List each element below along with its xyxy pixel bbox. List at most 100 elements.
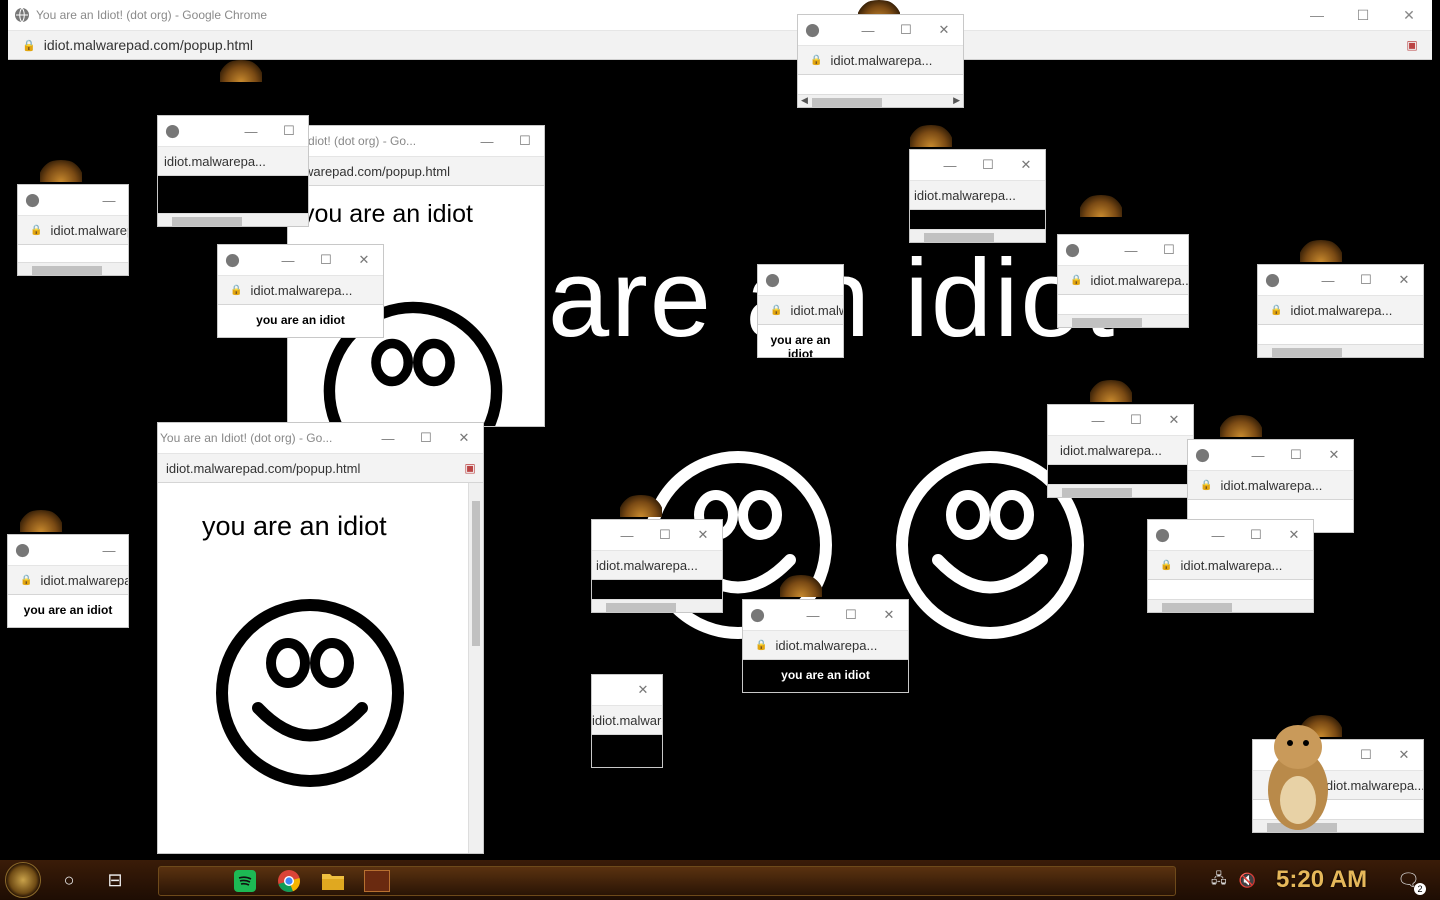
maximize-button[interactable]: ☐ bbox=[646, 527, 684, 543]
popup-address-bar[interactable]: idiot.malwarepa... bbox=[592, 550, 722, 580]
taskbar-app-file-explorer[interactable] bbox=[311, 867, 355, 895]
close-button[interactable]: ✕ bbox=[1155, 412, 1193, 428]
close-button[interactable]: ✕ bbox=[1275, 527, 1313, 543]
vertical-scrollbar[interactable] bbox=[468, 483, 483, 853]
popup-url[interactable]: idiot.malwarepa... bbox=[1290, 303, 1423, 318]
popup-address-bar[interactable]: 🔒 idiot.malwarepa... bbox=[1188, 470, 1353, 500]
horizontal-scrollbar[interactable] bbox=[1258, 344, 1423, 357]
popup-window[interactable]: — ☐ ✕ 🔒 idiot.malwarepa... bbox=[1188, 440, 1353, 532]
notification-icon[interactable]: 🗨 2 bbox=[1397, 870, 1426, 895]
popup-titlebar[interactable]: — ☐ ✕ bbox=[743, 600, 908, 630]
popup-address-bar[interactable]: idiot.malwarepa... bbox=[592, 705, 662, 735]
popup-titlebar[interactable]: — ☐ ✕ bbox=[1048, 405, 1193, 435]
minimize-button[interactable]: — bbox=[1112, 243, 1150, 258]
popup-address-bar[interactable]: 🔒 idiot.malwarepa... bbox=[8, 565, 128, 595]
popup-url[interactable]: idiot.malwarepa... bbox=[1220, 478, 1353, 493]
popup-titlebar[interactable]: — ☐ ✕ bbox=[592, 520, 722, 550]
popup-window[interactable]: ✕ idiot.malwarepa... bbox=[592, 675, 662, 767]
popup-titlebar[interactable]: — ☐ ✕ bbox=[798, 15, 963, 45]
maximize-button[interactable]: ☐ bbox=[1277, 447, 1315, 463]
popup-url[interactable]: idiot.malwarepa... bbox=[790, 303, 843, 318]
popup-window[interactable]: — ☐ ✕ 🔒 idiot.malwarepa... bbox=[1148, 520, 1313, 612]
minimize-button[interactable]: — bbox=[794, 608, 832, 623]
horizontal-scrollbar[interactable] bbox=[18, 262, 128, 275]
minimize-button[interactable]: — bbox=[931, 158, 969, 173]
horizontal-scrollbar[interactable]: ◀ ▶ bbox=[798, 94, 963, 107]
popup-url[interactable]: idiot.malwarepad.com/popup.html bbox=[158, 461, 457, 476]
popup-address-bar[interactable]: 🔒 idiot.malwarepa... bbox=[798, 45, 963, 75]
popup-url[interactable]: idiot.malwarepa... bbox=[1180, 558, 1313, 573]
close-button[interactable]: ✕ bbox=[1385, 272, 1423, 288]
horizontal-scrollbar[interactable] bbox=[1058, 314, 1188, 327]
close-button[interactable]: ✕ bbox=[445, 430, 483, 446]
close-button[interactable]: ✕ bbox=[1007, 157, 1045, 173]
maximize-button[interactable]: ☐ bbox=[270, 123, 308, 139]
popup-address-bar[interactable]: 🔒 idiot.malwarepa... bbox=[218, 275, 383, 305]
main-url[interactable]: idiot.malwarepad.com/popup.html bbox=[44, 37, 1400, 53]
popup-window[interactable]: — ☐ ✕ 🔒 idiot.malwarepa... you are an idio… bbox=[218, 245, 383, 337]
maximize-button[interactable]: ☐ bbox=[887, 22, 925, 38]
popup-url[interactable]: idiot.malwarepa... bbox=[1090, 273, 1188, 288]
minimize-button[interactable]: — bbox=[1199, 528, 1237, 543]
popup-window[interactable]: — 🔒 idiot.malwarepa... bbox=[18, 185, 128, 275]
taskbar-app-spotify[interactable] bbox=[223, 867, 267, 895]
popup-url[interactable]: idiot.malwarepa... bbox=[592, 713, 662, 728]
popup-window[interactable]: — ☐ ✕ 🔒 idiot.malwarepa... ◀ ▶ bbox=[798, 15, 963, 107]
popup-address-bar[interactable]: 🔒 idiot.malwarepa... bbox=[1258, 295, 1423, 325]
horizontal-scrollbar[interactable] bbox=[910, 229, 1045, 242]
start-button[interactable] bbox=[0, 860, 46, 900]
volume-muted-icon[interactable]: 🔇 bbox=[1239, 872, 1256, 889]
popup-url[interactable]: idiot.malwarepa... bbox=[830, 53, 963, 68]
popup-window[interactable]: — ☐ ✕ idiot.malwarepa... bbox=[592, 520, 722, 612]
popup-titlebar[interactable]: — bbox=[8, 535, 128, 565]
maximize-button[interactable]: ☐ bbox=[307, 252, 345, 268]
minimize-button[interactable]: — bbox=[269, 253, 307, 268]
popup-window[interactable]: — 🔒 idiot.malwarepa... you are an idiot bbox=[8, 535, 128, 627]
popup-window[interactable]: 🔒 idiot.malwarepa... you are an idiot bbox=[758, 265, 843, 357]
popup-address-bar[interactable]: 🔒 idiot.malwarepa... bbox=[758, 295, 843, 325]
network-icon[interactable]: 🖧 bbox=[1211, 868, 1227, 892]
popup-titlebar[interactable]: You are an Idiot! (dot org) - Go... — ☐ … bbox=[158, 423, 483, 453]
minimize-button[interactable]: — bbox=[369, 431, 407, 446]
minimize-button[interactable]: — bbox=[1079, 413, 1117, 428]
task-view-button[interactable]: ⊟ bbox=[92, 870, 138, 891]
popup-titlebar[interactable]: — ☐ ✕ bbox=[218, 245, 383, 275]
popup-titlebar[interactable]: — bbox=[18, 185, 128, 215]
popup-titlebar[interactable]: — ☐ ✕ bbox=[910, 150, 1045, 180]
popup-blocked-icon[interactable]: ▣ bbox=[1400, 38, 1424, 52]
minimize-button[interactable]: — bbox=[1294, 7, 1340, 23]
popup-address-bar[interactable]: idiot.malwarepa... bbox=[1048, 435, 1193, 465]
popup-url[interactable]: idiot.malwarepa... bbox=[250, 283, 383, 298]
maximize-button[interactable]: ☐ bbox=[1150, 242, 1188, 258]
popup-window[interactable]: — ☐ ✕ 🔒 idiot.malwarepa... you are an idio… bbox=[743, 600, 908, 692]
popup-window-main[interactable]: You are an Idiot! (dot org) - Go... — ☐ … bbox=[158, 423, 483, 853]
popup-address-bar[interactable]: 🔒 idiot.malwarepa... bbox=[1148, 550, 1313, 580]
maximize-button[interactable]: ☐ bbox=[1347, 272, 1385, 288]
popup-address-bar[interactable]: 🔒 idiot.malwarepa... bbox=[743, 630, 908, 660]
taskbar-app-chrome[interactable] bbox=[267, 867, 311, 895]
popup-url[interactable]: idiot.malwarepa... bbox=[910, 188, 1045, 203]
popup-url[interactable]: idiot.malwarepa... bbox=[1048, 443, 1193, 458]
close-button[interactable]: ✕ bbox=[870, 607, 908, 623]
popup-url[interactable]: idiot.malwarepa... bbox=[40, 573, 128, 588]
popup-titlebar[interactable]: an Idiot! (dot org) - Go... — ☐ bbox=[288, 126, 544, 156]
popup-window[interactable]: — ☐ ✕ idiot.malwarepa... bbox=[910, 150, 1045, 242]
maximize-button[interactable]: ☐ bbox=[832, 607, 870, 623]
popup-window[interactable]: — ☐ ✕ idiot.malwarepa... bbox=[1048, 405, 1193, 497]
popup-address-bar[interactable]: idiot.malwarepa... bbox=[910, 180, 1045, 210]
popup-url[interactable]: warepad.com/popup.html bbox=[288, 164, 544, 179]
clock[interactable]: 5:20 AM bbox=[1276, 866, 1367, 894]
popup-titlebar[interactable]: ✕ bbox=[592, 675, 662, 705]
popup-address-bar[interactable]: warepad.com/popup.html bbox=[288, 156, 544, 186]
close-button[interactable]: ✕ bbox=[624, 682, 662, 698]
taskbar-app-steampunk[interactable] bbox=[355, 867, 399, 895]
horizontal-scrollbar[interactable] bbox=[592, 599, 722, 612]
popup-url[interactable]: idiot.malwarepa... bbox=[50, 223, 128, 238]
popup-titlebar[interactable]: — ☐ ✕ bbox=[1148, 520, 1313, 550]
main-titlebar[interactable]: You are an Idiot! (dot org) - Google Chr… bbox=[8, 0, 1432, 31]
popup-url[interactable]: idiot.malwarepa... bbox=[592, 558, 722, 573]
popup-titlebar[interactable]: — ☐ ✕ bbox=[1188, 440, 1353, 470]
maximize-button[interactable]: ☐ bbox=[1117, 412, 1155, 428]
search-button[interactable]: ○ bbox=[46, 870, 92, 891]
horizontal-scrollbar[interactable] bbox=[158, 213, 308, 226]
